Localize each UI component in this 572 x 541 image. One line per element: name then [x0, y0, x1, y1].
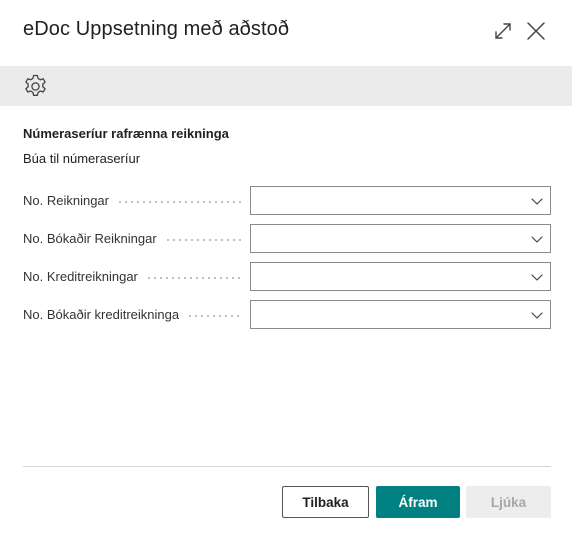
- leader-dots: [117, 200, 243, 203]
- wizard-dialog: eDoc Uppsetning með aðstoð Númeraseríur …: [0, 0, 572, 541]
- gear-icon[interactable]: [22, 73, 49, 100]
- field-label: No. Bókaðir Reikningar: [23, 231, 157, 246]
- footer-divider: [23, 466, 551, 467]
- field-label: No. Kreditreikningar: [23, 269, 138, 284]
- field-row-invoices: No. Reikningar: [23, 186, 551, 215]
- back-button[interactable]: Tilbaka: [282, 486, 369, 518]
- chevron-down-icon: [531, 274, 543, 281]
- field-row-posted-credit-memos: No. Bókaðir kreditreikninga: [23, 300, 551, 329]
- close-icon[interactable]: [524, 19, 548, 43]
- section-title: Númeraseríur rafrænna reikninga: [23, 126, 229, 141]
- field-label: No. Bókaðir kreditreikninga: [23, 307, 180, 322]
- field-label: No. Reikningar: [23, 193, 109, 208]
- section-subtitle: Búa til númeraseríur: [23, 151, 141, 166]
- leader-dots: [164, 238, 243, 241]
- action-bar: [0, 66, 572, 106]
- chevron-down-icon: [531, 198, 543, 205]
- next-button[interactable]: Áfram: [376, 486, 460, 518]
- expand-icon[interactable]: [492, 20, 514, 42]
- credit-memos-no-series-select[interactable]: [250, 262, 551, 291]
- leader-dots: [145, 276, 243, 279]
- leader-dots: [187, 314, 243, 317]
- dialog-title: eDoc Uppsetning með aðstoð: [23, 18, 290, 40]
- finish-button[interactable]: Ljúka: [466, 486, 551, 518]
- chevron-down-icon: [531, 312, 543, 319]
- invoices-no-series-select[interactable]: [250, 186, 551, 215]
- posted-credit-memos-no-series-select[interactable]: [250, 300, 551, 329]
- chevron-down-icon: [531, 236, 543, 243]
- field-row-credit-memos: No. Kreditreikningar: [23, 262, 551, 291]
- posted-invoices-no-series-select[interactable]: [250, 224, 551, 253]
- field-row-posted-invoices: No. Bókaðir Reikningar: [23, 224, 551, 253]
